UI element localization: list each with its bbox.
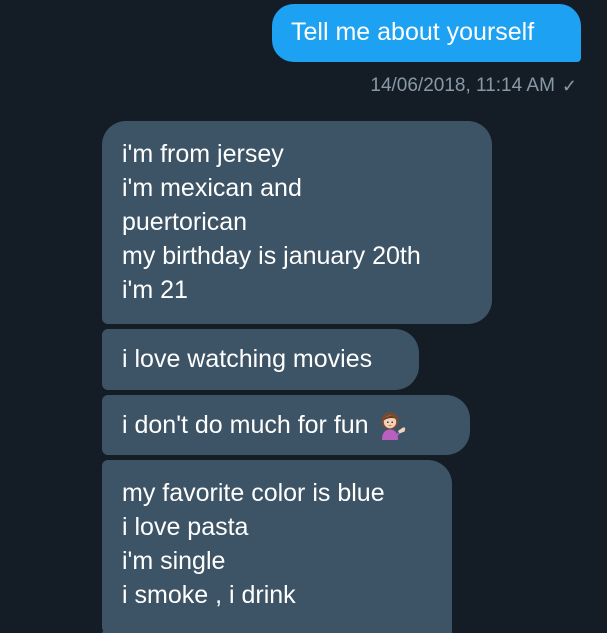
woman-tipping-hand-emoji-icon <box>381 412 405 440</box>
message-line: i love pasta <box>122 513 249 541</box>
sent-message-meta: 14/06/2018, 11:14 AM ✓ <box>370 73 577 99</box>
message-line: i smoke , i drink <box>122 581 296 609</box>
message-line: i love watching movies <box>122 345 373 373</box>
received-message-bubble-partial[interactable] <box>102 629 442 633</box>
message-line: my birthday is january 20th <box>122 242 421 270</box>
message-line: my favorite color is blue <box>122 479 385 507</box>
sent-message-bubble[interactable]: Tell me about yourself <box>272 4 581 62</box>
message-line: i don't do much for fun <box>122 411 369 439</box>
message-line: i'm 21 <box>122 276 188 304</box>
received-message-bubble[interactable]: i love watching movies <box>102 329 419 390</box>
message-line: i'm mexican and <box>122 174 302 202</box>
checkmark-icon: ✓ <box>561 75 577 96</box>
received-message-bubble[interactable]: i'm from jersey i'm mexican and puertori… <box>102 121 492 324</box>
message-line-with-emoji: i don't do much for fun <box>122 408 409 442</box>
dm-conversation-screen: Tell me about yourself 14/06/2018, 11:14… <box>0 0 607 633</box>
received-message-bubble[interactable]: my favorite color is blue i love pasta i… <box>102 460 452 633</box>
message-line: puertorican <box>122 208 248 236</box>
message-line: i'm from jersey <box>122 140 284 168</box>
sent-message-text: Tell me about yourself <box>291 18 535 46</box>
received-message-bubble[interactable]: i don't do much for fun <box>102 395 470 455</box>
message-line: i'm single <box>122 547 226 575</box>
message-timestamp: 14/06/2018, 11:14 AM <box>370 75 555 96</box>
